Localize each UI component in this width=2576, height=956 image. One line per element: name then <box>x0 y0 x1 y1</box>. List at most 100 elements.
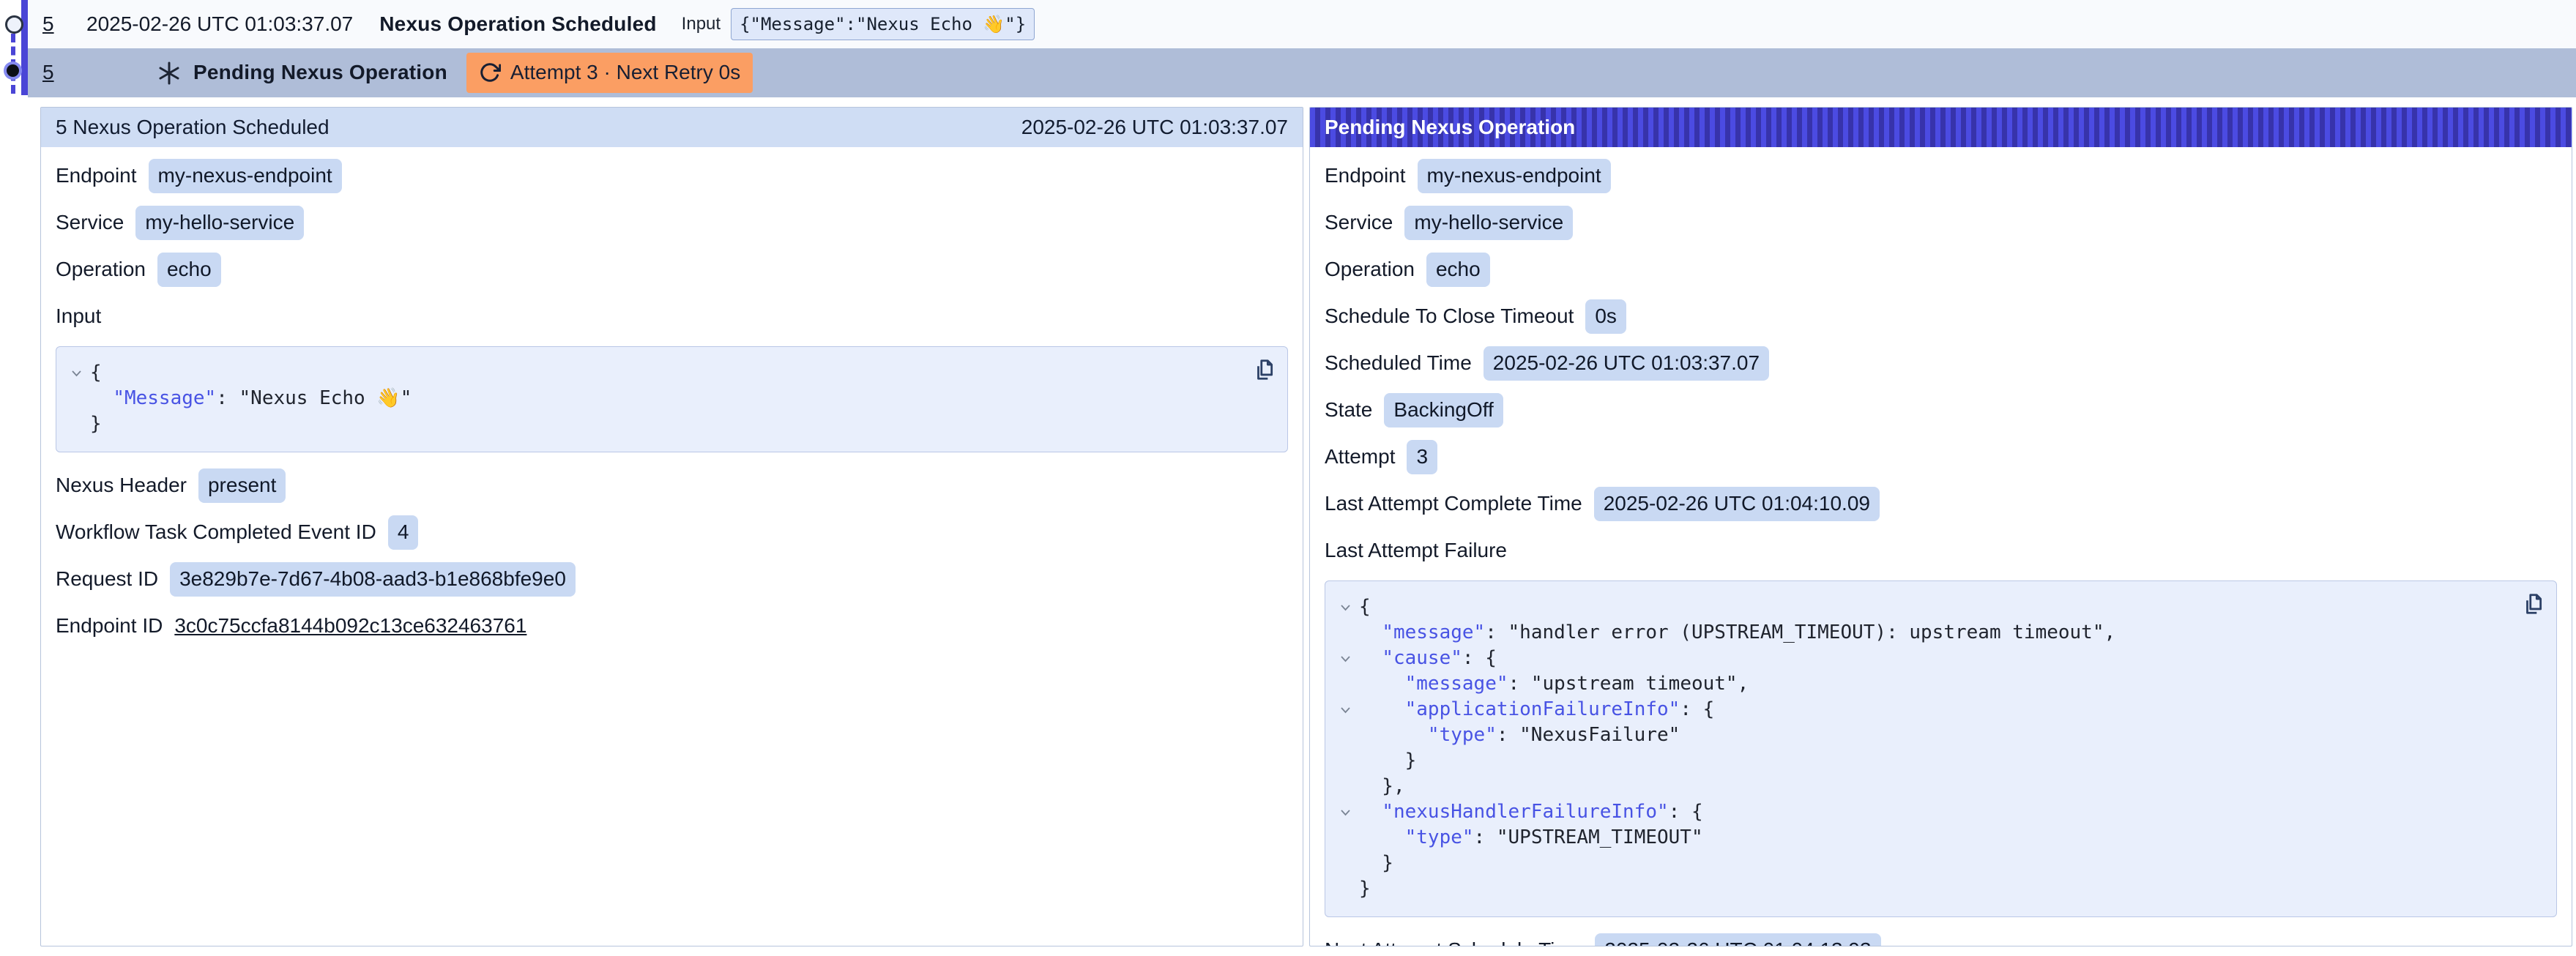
field-label: Input <box>56 303 101 329</box>
field-row: Request ID 3e829b7e-7d67-4b08-aad3-b1e868… <box>56 562 1288 597</box>
collapse-chevron-icon[interactable] <box>1340 809 1351 816</box>
field-value-badge: 0s <box>1585 299 1626 333</box>
field-row: Workflow Task Completed Event ID4 <box>56 515 1288 550</box>
code-line-gutter <box>1331 774 1359 799</box>
field-row: Endpoint my-nexus-endpoint <box>56 159 1288 193</box>
input-inline-value-chip[interactable]: {"Message":"Nexus Echo 👋"} <box>731 8 1035 41</box>
card-title: 5 Nexus Operation Scheduled <box>56 114 330 141</box>
code-line-text: } <box>1359 876 1371 902</box>
field-value-badge: echo <box>157 253 221 286</box>
code-line-text: "type": "UPSTREAM_TIMEOUT" <box>1359 825 1703 851</box>
code-block: { "Message": "Nexus Echo 👋"} <box>56 346 1288 452</box>
code-line-gutter <box>62 360 90 386</box>
field-row: Service my-hello-service <box>1325 206 2557 240</box>
code-line-gutter <box>1331 671 1359 697</box>
event-row-pending-nexus-operation[interactable]: 5 Pending Nexus Operation Attempt 3 · Ne… <box>28 48 2576 97</box>
copy-button[interactable] <box>2522 591 2545 616</box>
field-row: Operationecho <box>1325 253 2557 287</box>
code-line-gutter <box>1331 594 1359 620</box>
code-line-text: "applicationFailureInfo": { <box>1359 697 1714 722</box>
code-line: }, <box>1331 774 2509 799</box>
field-label: Endpoint <box>1325 163 1406 189</box>
endpoint-id-link[interactable]: 3c0c75ccfa8144b092c13ce632463761 <box>174 613 526 639</box>
event-id-link[interactable]: 5 <box>42 59 56 86</box>
code-line: "applicationFailureInfo": { <box>1331 697 2509 722</box>
field-row: Scheduled Time2025-02-26 UTC 01:03:37.07 <box>1325 346 2557 381</box>
retry-badge-label: Attempt 3 · Next Retry 0s <box>510 59 740 86</box>
collapse-chevron-icon[interactable] <box>1340 604 1351 611</box>
code-line: } <box>1331 876 2509 902</box>
code-line-gutter <box>1331 851 1359 876</box>
code-line: "nexusHandlerFailureInfo": { <box>1331 799 2509 825</box>
field-value-badge: 2025-02-26 UTC 01:04:13.93 <box>1595 933 1880 946</box>
field-value-badge: my-hello-service <box>1404 206 1573 239</box>
retry-status-badge: Attempt 3 · Next Retry 0s <box>466 53 753 92</box>
field-label: Service <box>1325 209 1393 236</box>
event-title: Pending Nexus Operation <box>193 59 447 86</box>
field-label: Request ID <box>56 566 158 592</box>
code-line: { <box>62 360 1240 386</box>
field-value-badge: 2025-02-26 UTC 01:03:37.07 <box>1484 346 1769 380</box>
field-label: Schedule To Close Timeout <box>1325 303 1574 329</box>
code-line: } <box>1331 851 2509 876</box>
code-line-text: "Message": "Nexus Echo 👋" <box>90 386 412 411</box>
pending-operation-card: Pending Nexus Operation Endpoint my-nexus… <box>1309 107 2572 946</box>
field-row: Input <box>56 299 1288 334</box>
field-label: Endpoint <box>56 163 137 189</box>
field-label: Last Attempt Complete Time <box>1325 490 1582 517</box>
event-title: Nexus Operation Scheduled <box>379 11 656 37</box>
code-line-gutter <box>1331 722 1359 748</box>
field-value-badge: my-nexus-endpoint <box>1418 159 1611 193</box>
field-value-badge: 2025-02-26 UTC 01:04:10.09 <box>1594 487 1880 520</box>
field-row: Endpoint ID 3c0c75ccfa8144b092c13ce632463… <box>56 609 1288 643</box>
field-row: StateBackingOff <box>1325 393 2557 427</box>
field-row: Operation echo <box>56 253 1288 287</box>
field-label: Nexus Header <box>56 472 187 498</box>
code-line-text: "type": "NexusFailure" <box>1359 722 1680 748</box>
timeline-event-dot-filled[interactable] <box>7 64 19 77</box>
timeline-dashed-connector <box>11 34 15 94</box>
event-id-link[interactable]: 5 <box>42 11 56 37</box>
field-label: Operation <box>1325 256 1415 283</box>
collapse-chevron-icon[interactable] <box>1340 655 1351 662</box>
field-row: Nexus Header present <box>56 468 1288 503</box>
event-timestamp: 2025-02-26 UTC 01:03:37.07 <box>86 11 353 37</box>
field-label: Endpoint ID <box>56 613 163 639</box>
code-line-gutter <box>1331 697 1359 722</box>
field-value-badge: 4 <box>388 515 419 549</box>
field-label: Operation <box>56 256 146 283</box>
event-detail-panels: 5 Nexus Operation Scheduled 2025-02-26 U… <box>40 107 2572 946</box>
code-line-text: { <box>90 360 102 386</box>
code-line-text: { <box>1359 594 1371 620</box>
collapse-chevron-icon[interactable] <box>71 370 82 377</box>
collapse-chevron-icon[interactable] <box>1340 706 1351 714</box>
field-row: Attempt 3 <box>1325 440 2557 474</box>
timeline-event-dot-open[interactable] <box>5 15 23 34</box>
code-line-text: "message": "upstream timeout", <box>1359 671 1749 697</box>
card-timestamp: 2025-02-26 UTC 01:03:37.07 <box>1021 114 1288 141</box>
copy-button[interactable] <box>1253 357 1276 382</box>
code-line-text: } <box>1359 851 1393 876</box>
code-line-gutter <box>1331 799 1359 825</box>
field-label: Attempt <box>1325 444 1395 470</box>
field-value-badge: 3e829b7e-7d67-4b08-aad3-b1e868bfe9e0 <box>170 562 576 596</box>
event-row-nexus-operation-scheduled[interactable]: 5 2025-02-26 UTC 01:03:37.07 Nexus Opera… <box>28 0 2576 48</box>
pending-card-body: Endpoint my-nexus-endpoint Service my-hello… <box>1310 147 2572 946</box>
field-row: Endpoint my-nexus-endpoint <box>1325 159 2557 193</box>
field-value-badge: my-hello-service <box>135 206 304 239</box>
field-value-badge: present <box>198 468 286 502</box>
field-row: Schedule To Close Timeout 0s <box>1325 299 2557 334</box>
scheduled-card-body: Endpoint my-nexus-endpoint Servicemy-hello… <box>41 147 1303 656</box>
field-value-badge: my-nexus-endpoint <box>149 159 342 193</box>
code-line: "Message": "Nexus Echo 👋" <box>62 386 1240 411</box>
field-row: Servicemy-hello-service <box>56 206 1288 240</box>
field-label: Last Attempt Failure <box>1325 537 1507 564</box>
code-line-text: "nexusHandlerFailureInfo": { <box>1359 799 1703 825</box>
code-line-text: "message": "handler error (UPSTREAM_TIME… <box>1359 620 2115 646</box>
retry-icon <box>479 61 501 83</box>
field-value-badge: 3 <box>1407 440 1437 474</box>
card-title: Pending Nexus Operation <box>1325 114 1575 141</box>
code-line-gutter <box>62 386 90 411</box>
code-line-gutter <box>1331 620 1359 646</box>
field-row: Last Attempt Complete Time 2025-02-26 UTC… <box>1325 487 2557 521</box>
